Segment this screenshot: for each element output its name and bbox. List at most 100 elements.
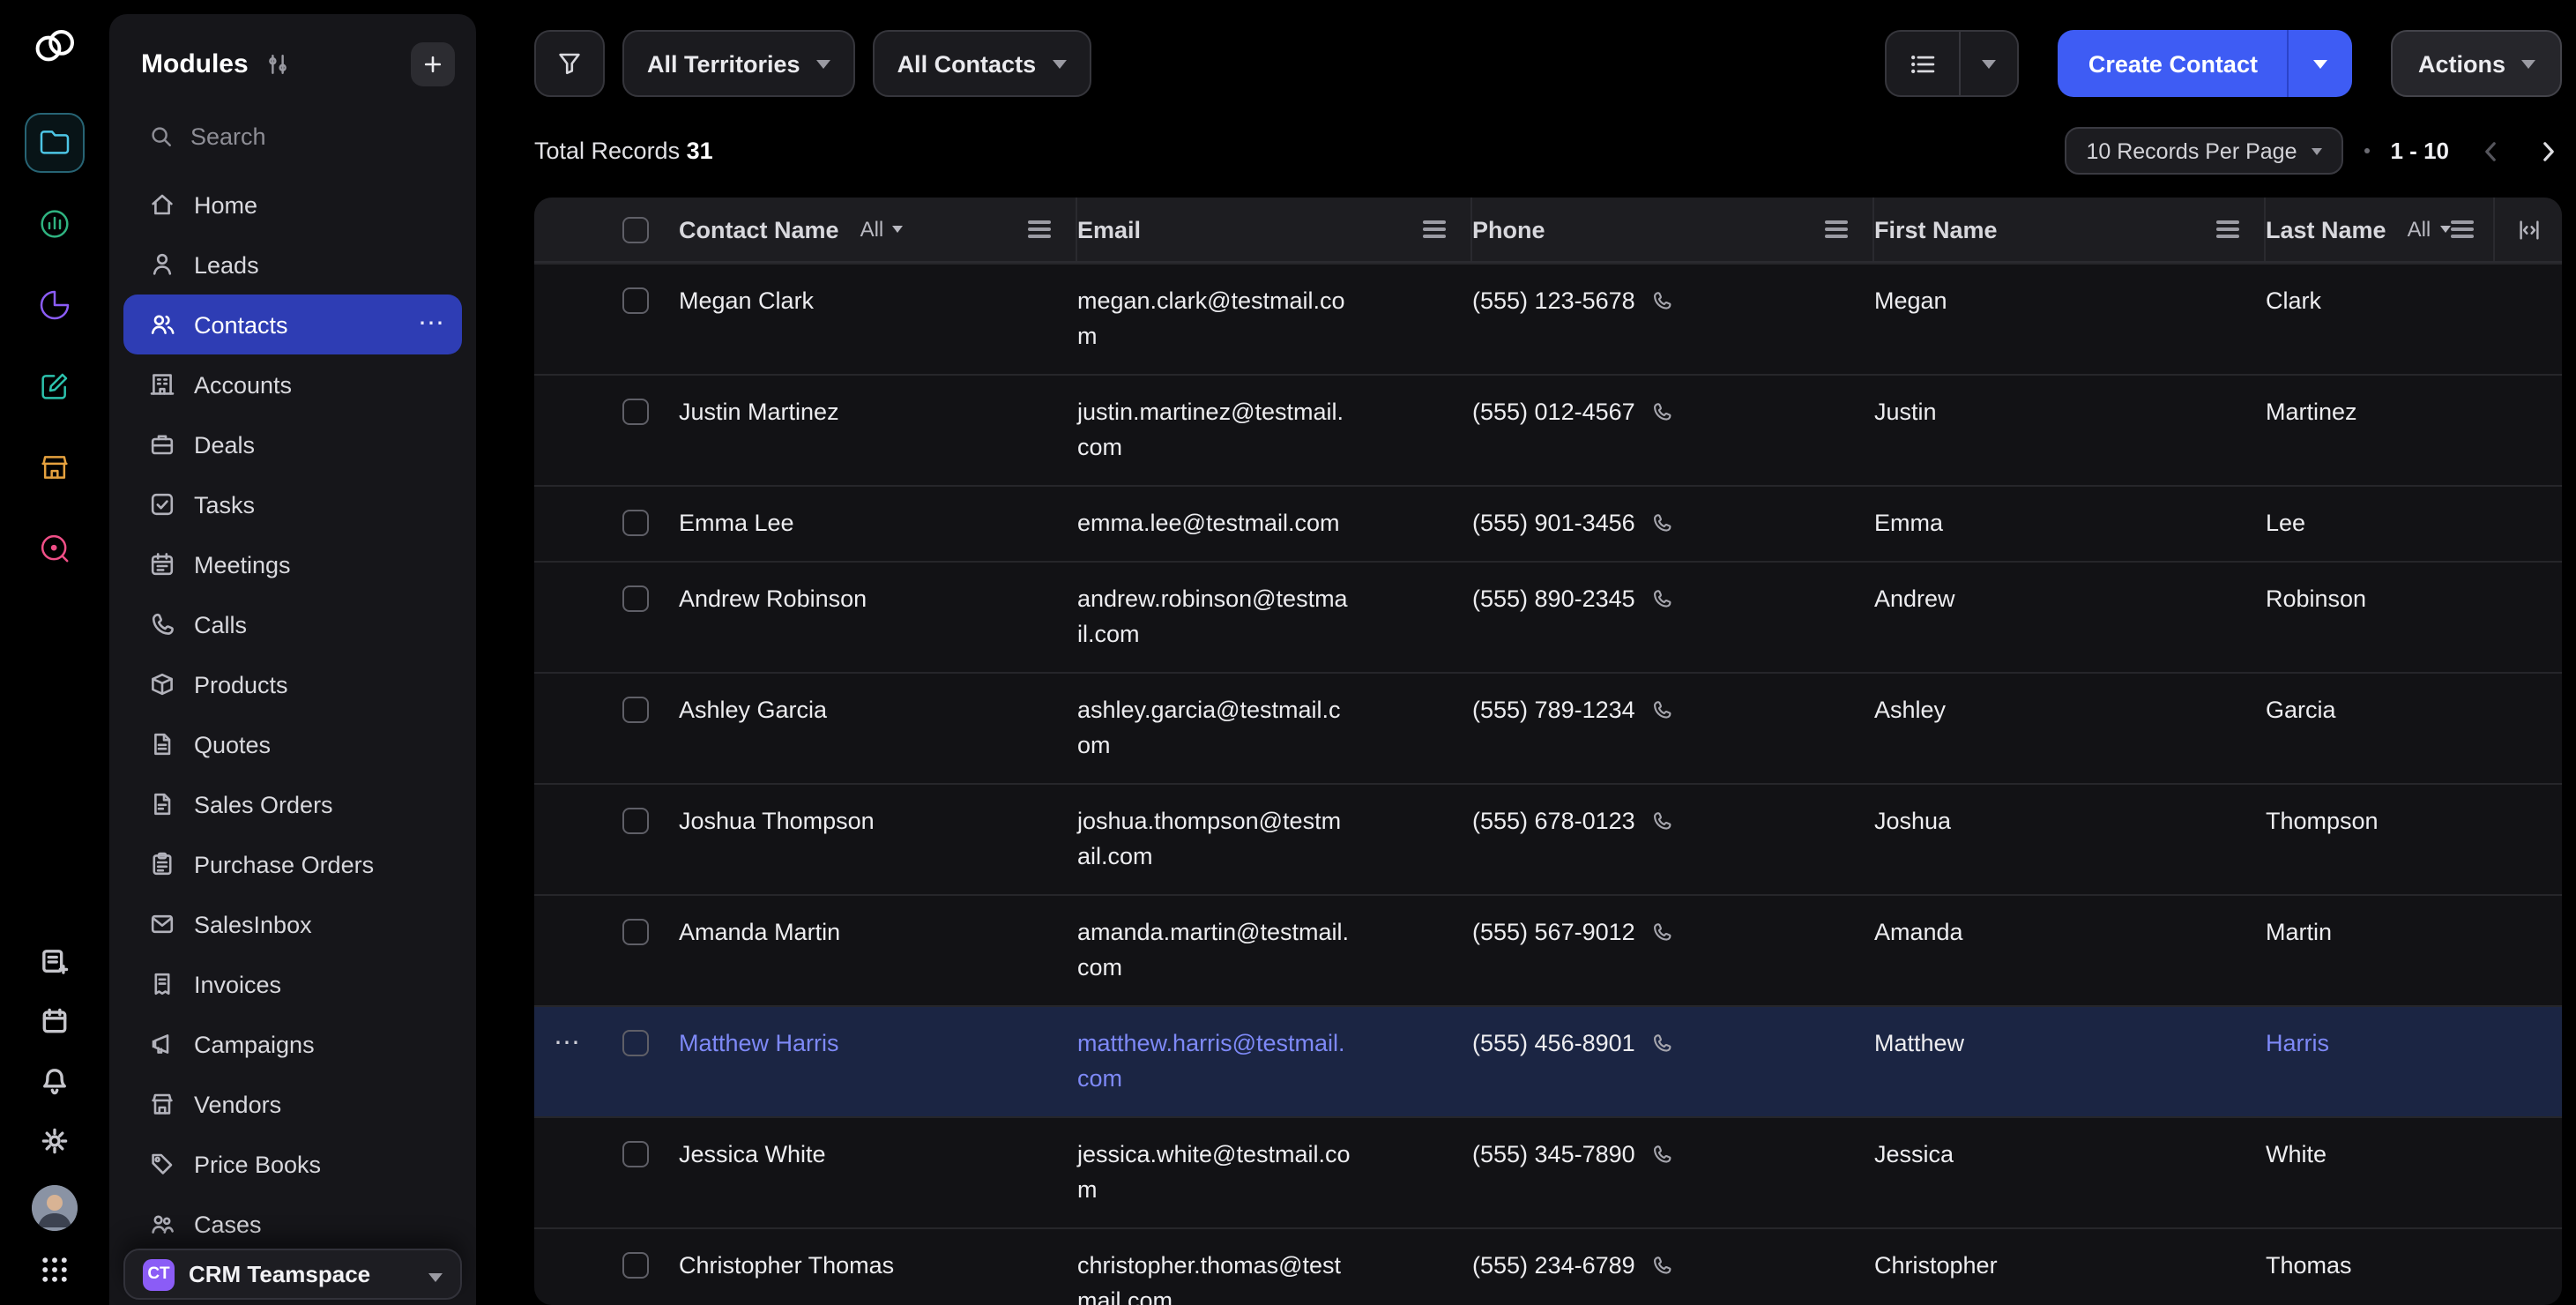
call-icon[interactable] [1651,1254,1674,1277]
table-row[interactable]: ⋯ Amanda Martin amanda.martin@testmail.c… [534,894,2562,1005]
email-cell[interactable]: joshua.thompson@testmail.com [1077,804,1351,875]
calendar-icon[interactable] [39,1005,71,1042]
email-cell[interactable]: andrew.robinson@testmail.com [1077,582,1351,652]
call-icon[interactable] [1651,1143,1674,1166]
call-icon[interactable] [1651,1032,1674,1055]
sidebar-item[interactable]: Deals ⋯ [123,414,462,474]
sidebar-item[interactable]: Products ⋯ [123,654,462,714]
compose-app-icon[interactable] [25,356,85,416]
contact-name-cell[interactable]: Andrew Robinson [679,563,1077,637]
column-menu-icon[interactable] [1028,220,1051,238]
sidebar-item[interactable]: Home ⋯ [123,175,462,235]
crm-logo-icon[interactable] [32,23,78,74]
sidebar-item[interactable]: Purchase Orders ⋯ [123,834,462,894]
row-checkbox[interactable] [622,1030,649,1056]
email-cell[interactable]: emma.lee@testmail.com [1077,506,1351,541]
last-name-cell[interactable]: Thomas [2266,1229,2562,1303]
email-cell[interactable]: christopher.thomas@testmail.com [1077,1249,1351,1305]
column-header-contact-name[interactable]: Contact Name [679,216,839,242]
last-name-cell[interactable]: Robinson [2266,563,2562,637]
bell-icon[interactable] [39,1065,71,1102]
column-header-phone[interactable]: Phone [1472,216,1545,242]
add-module-button[interactable] [411,42,455,86]
contact-name-cell[interactable]: Justin Martinez [679,376,1077,450]
view-mode-selector[interactable] [1886,30,2020,97]
contact-name-cell[interactable]: Christopher Thomas [679,1229,1077,1303]
table-row[interactable]: ⋯ Megan Clark megan.clark@testmail.com (… [534,263,2562,374]
email-cell[interactable]: matthew.harris@testmail.com [1077,1026,1351,1097]
last-name-cell[interactable]: Thompson [2266,785,2562,859]
create-contact-button[interactable]: Create Contact [2059,30,2288,97]
note-add-icon[interactable] [39,945,71,982]
app-grid-icon[interactable] [39,1254,71,1291]
email-cell[interactable]: amanda.martin@testmail.com [1077,915,1351,986]
table-row[interactable]: ⋯ Christopher Thomas christopher.thomas@… [534,1227,2562,1305]
row-checkbox[interactable] [622,919,649,945]
call-icon[interactable] [1651,289,1674,312]
list-view-filter-dropdown[interactable]: All Contacts [873,30,1091,97]
sidebar-item[interactable]: Invoices ⋯ [123,954,462,1014]
call-icon[interactable] [1651,511,1674,534]
table-row[interactable]: ⋯ Emma Lee emma.lee@testmail.com (555) 9… [534,485,2562,561]
row-checkbox[interactable] [622,399,649,425]
table-row[interactable]: ⋯ Andrew Robinson andrew.robinson@testma… [534,561,2562,672]
next-page-button[interactable] [2534,137,2562,165]
column-header-first-name[interactable]: First Name [1874,216,1998,242]
explore-app-icon[interactable] [25,518,85,578]
last-name-cell[interactable]: Clark [2266,265,2562,339]
call-icon[interactable] [1651,921,1674,943]
select-all-checkbox[interactable] [622,216,649,242]
contact-name-cell[interactable]: Joshua Thompson [679,785,1077,859]
sidebar-item[interactable]: Sales Orders ⋯ [123,774,462,834]
column-menu-icon[interactable] [2216,220,2239,238]
email-cell[interactable]: ashley.garcia@testmail.com [1077,693,1351,764]
last-name-cell[interactable]: Martinez [2266,376,2562,450]
last-name-cell[interactable]: Lee [2266,487,2562,561]
sidebar-item[interactable]: Contacts ⋯ [123,295,462,354]
table-row[interactable]: ⋯ Matthew Harris matthew.harris@testmail… [534,1005,2562,1116]
last-name-cell[interactable]: White [2266,1118,2562,1192]
call-icon[interactable] [1651,587,1674,610]
user-avatar[interactable] [32,1185,78,1231]
create-contact-menu-button[interactable] [2289,30,2353,97]
column-header-email[interactable]: Email [1077,216,1141,242]
marketplace-app-icon[interactable] [25,437,85,497]
gear-icon[interactable] [39,1125,71,1162]
table-row[interactable]: ⋯ Justin Martinez justin.martinez@testma… [534,374,2562,485]
sidebar-item[interactable]: Campaigns ⋯ [123,1014,462,1074]
column-menu-icon[interactable] [1825,220,1848,238]
row-checkbox[interactable] [622,1252,649,1279]
contact-name-cell[interactable]: Megan Clark [679,265,1077,339]
row-actions-icon[interactable]: ⋯ [554,1030,582,1058]
teamspace-switcher[interactable]: CT CRM Teamspace [123,1249,462,1300]
records-per-page-dropdown[interactable]: 10 Records Per Page [2065,127,2342,175]
table-row[interactable]: ⋯ Joshua Thompson joshua.thompson@testma… [534,783,2562,894]
contact-name-cell[interactable]: Matthew Harris [679,1007,1077,1081]
sidebar-item[interactable]: Price Books ⋯ [123,1134,462,1194]
column-menu-icon[interactable] [2450,220,2473,238]
contact-name-cell[interactable]: Ashley Garcia [679,674,1077,748]
call-icon[interactable] [1651,809,1674,832]
sidebar-item[interactable]: Calls ⋯ [123,594,462,654]
row-checkbox[interactable] [622,697,649,723]
sidebar-item[interactable]: SalesInbox ⋯ [123,894,462,954]
sidebar-item[interactable]: Vendors ⋯ [123,1074,462,1134]
contact-name-cell[interactable]: Emma Lee [679,487,1077,561]
territory-filter-dropdown[interactable]: All Territories [622,30,855,97]
files-app-icon[interactable] [25,113,85,173]
sidebar-item[interactable]: Accounts ⋯ [123,354,462,414]
sidebar-item[interactable]: Cases ⋯ [123,1194,462,1254]
call-icon[interactable] [1651,400,1674,423]
analytics-app-icon[interactable] [25,275,85,335]
more-options-icon[interactable]: ⋯ [418,316,444,333]
contact-name-quick-filter[interactable]: All [860,217,904,242]
previous-page-button[interactable] [2477,137,2505,165]
call-icon[interactable] [1651,698,1674,721]
module-settings-icon[interactable] [264,51,291,78]
last-name-cell[interactable]: Martin [2266,896,2562,970]
module-search[interactable]: Search [109,118,476,153]
column-header-last-name[interactable]: Last Name [2266,216,2386,242]
chart-app-icon[interactable] [25,194,85,254]
row-checkbox[interactable] [622,585,649,612]
row-checkbox[interactable] [622,1141,649,1167]
